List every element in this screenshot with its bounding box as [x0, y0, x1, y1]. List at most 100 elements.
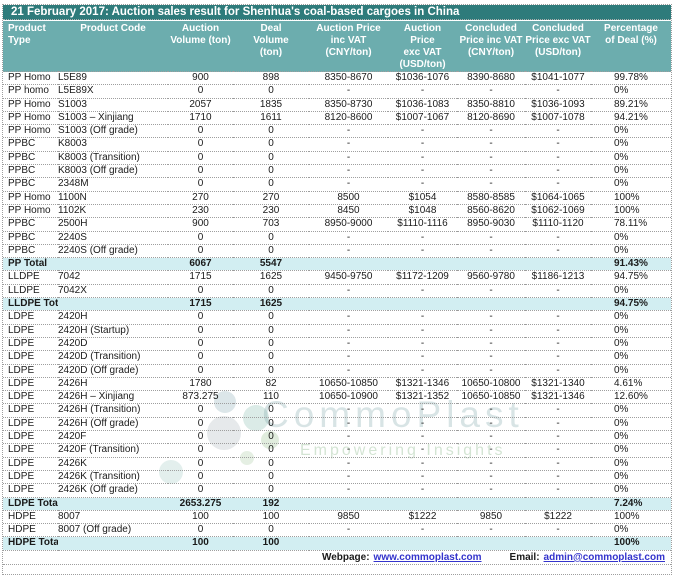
cell-concluded-price-inc-vat: -	[457, 470, 525, 485]
cell-product-code: S1003 (Off grade)	[58, 124, 168, 139]
cell-product-type: LDPE	[3, 377, 58, 392]
cell-auction-volume: 0	[168, 231, 233, 245]
cell-auction-price-exc-vat	[388, 497, 457, 511]
table-row: LDPE 2420H 0 0- - - -0%	[3, 310, 671, 325]
cell-concluded-price-exc-vat: -	[525, 443, 591, 458]
cell-deal-volume: 898	[233, 71, 309, 86]
cell-auction-volume: 0	[168, 470, 233, 485]
table-row: LLDPE 7042X 0 0- - - -0%	[3, 284, 671, 299]
table-row: LDPE 2420D (Transition) 0 0- - - -0%	[3, 350, 671, 365]
cell-auction-price-inc-vat: -	[309, 364, 388, 378]
cell-deal-volume: 0	[233, 164, 309, 179]
cell-product-code: 2420F	[58, 430, 168, 445]
cell-concluded-price-exc-vat: -	[525, 244, 591, 259]
cell-auction-volume: 0	[168, 523, 233, 538]
cell-deal-percentage: 0%	[591, 430, 671, 445]
cell-product-code	[58, 257, 168, 272]
cell-auction-volume: 0	[168, 364, 233, 378]
cell-product-code: 1102K	[58, 204, 168, 219]
cell-concluded-price-inc-vat: -	[457, 124, 525, 139]
cell-concluded-price-inc-vat: -	[457, 310, 525, 325]
cell-product-code: 2426H – Xinjiang	[58, 390, 168, 405]
table-row: LDPE 2426H 1780 82 10650-10850 $1321-1346 1065…	[3, 377, 671, 392]
cell-auction-volume: 900	[168, 217, 233, 232]
cell-concluded-price-exc-vat: -	[525, 417, 591, 432]
cell-deal-volume: 100	[233, 536, 309, 551]
cell-auction-price-exc-vat: $1110-1116	[388, 217, 457, 232]
cell-auction-price-inc-vat: 10650-10850	[309, 377, 388, 392]
cell-auction-price-exc-vat: -	[388, 244, 457, 259]
table-row: PPBC 2240S 0 0- - - -0%	[3, 231, 671, 245]
cell-deal-volume: 0	[233, 231, 309, 245]
cell-product-code: K8003	[58, 137, 168, 152]
cell-concluded-price-inc-vat: -	[457, 337, 525, 352]
webpage-link[interactable]: www.commoplast.com	[374, 551, 482, 564]
cell-auction-price-exc-vat: -	[388, 443, 457, 458]
cell-deal-volume: 0	[233, 457, 309, 471]
cell-concluded-price-exc-vat	[525, 497, 591, 511]
table-row: LDPE 2426K 0 0- - - -0%	[3, 457, 671, 471]
cell-auction-price-exc-vat: -	[388, 137, 457, 152]
cell-deal-volume: 0	[233, 403, 309, 418]
cell-auction-price-exc-vat: $1036-1076	[388, 71, 457, 86]
cell-product-code: S1003	[58, 98, 168, 112]
column-header-product-code: Product Code	[58, 21, 168, 72]
cell-deal-percentage: 0%	[591, 443, 671, 458]
email-label: Email:	[509, 551, 540, 563]
cell-auction-price-inc-vat: -	[309, 470, 388, 485]
cell-product-type: PPBC	[3, 244, 58, 259]
cell-auction-volume: 270	[168, 191, 233, 205]
cell-deal-percentage: 12.60%	[591, 390, 671, 405]
cell-concluded-price-inc-vat: 8560-8620	[457, 204, 525, 219]
cell-concluded-price-inc-vat	[457, 257, 525, 272]
cell-product-code: L5E89X	[58, 84, 168, 99]
cell-auction-price-inc-vat: -	[309, 137, 388, 152]
cell-auction-price-exc-vat: -	[388, 417, 457, 432]
cell-auction-price-exc-vat: -	[388, 84, 457, 99]
cell-deal-percentage: 0%	[591, 231, 671, 245]
cell-concluded-price-inc-vat: 8950-9030	[457, 217, 525, 232]
cell-concluded-price-inc-vat: 10650-10850	[457, 390, 525, 405]
cell-deal-percentage: 0%	[591, 310, 671, 325]
email-link[interactable]: admin@commoplast.com	[544, 551, 665, 564]
cell-product-type: LDPE	[3, 470, 58, 485]
cell-auction-volume: 2653.275	[168, 497, 233, 511]
cell-auction-price-inc-vat: -	[309, 417, 388, 432]
cell-product-type: HDPE	[3, 523, 58, 538]
table-header: Product Type Product Code Auction Volume…	[3, 21, 671, 72]
cell-concluded-price-inc-vat: 10650-10800	[457, 377, 525, 392]
cell-auction-price-exc-vat: -	[388, 350, 457, 365]
cell-deal-volume: 0	[233, 350, 309, 365]
cell-deal-volume: 110	[233, 390, 309, 405]
cell-deal-volume: 0	[233, 324, 309, 338]
email-footer-item: Email: admin@commoplast.com	[510, 551, 665, 564]
table-row: PP Homo S1003 – Xinjiang 1710 1611 8120-8600…	[3, 111, 671, 126]
cell-auction-price-inc-vat: -	[309, 443, 388, 458]
cell-auction-price-inc-vat: -	[309, 430, 388, 445]
cell-auction-volume: 0	[168, 324, 233, 338]
cell-auction-volume: 0	[168, 310, 233, 325]
cell-auction-price-inc-vat: 8450	[309, 204, 388, 219]
cell-auction-price-exc-vat: -	[388, 523, 457, 538]
cell-concluded-price-exc-vat: $1110-1120	[525, 217, 591, 232]
cell-deal-percentage: 0%	[591, 523, 671, 538]
cell-deal-percentage: 89.21%	[591, 98, 671, 112]
cell-deal-volume: 270	[233, 191, 309, 205]
cell-concluded-price-inc-vat: -	[457, 177, 525, 192]
cell-deal-percentage: 0%	[591, 284, 671, 299]
cell-product-code: 2240S	[58, 231, 168, 245]
cell-concluded-price-exc-vat: $1036-1093	[525, 98, 591, 112]
cell-product-code: 2348M	[58, 177, 168, 192]
cell-product-type: LDPE	[3, 350, 58, 365]
cell-concluded-price-exc-vat: -	[525, 124, 591, 139]
cell-auction-volume: 1710	[168, 111, 233, 126]
cell-concluded-price-inc-vat: -	[457, 417, 525, 432]
table-row: PPBC K8003 0 0- - - -0%	[3, 137, 671, 152]
cell-product-type: PP Homo	[3, 111, 58, 126]
cell-auction-price-exc-vat: -	[388, 337, 457, 352]
auction-results-table: Product Type Product Code Auction Volume…	[3, 21, 671, 551]
cell-concluded-price-exc-vat: -	[525, 403, 591, 418]
cell-concluded-price-exc-vat: -	[525, 84, 591, 99]
table-row: LDPE 2420D (Off grade) 0 0- - - -0%	[3, 364, 671, 378]
cell-product-type: LDPE	[3, 390, 58, 405]
